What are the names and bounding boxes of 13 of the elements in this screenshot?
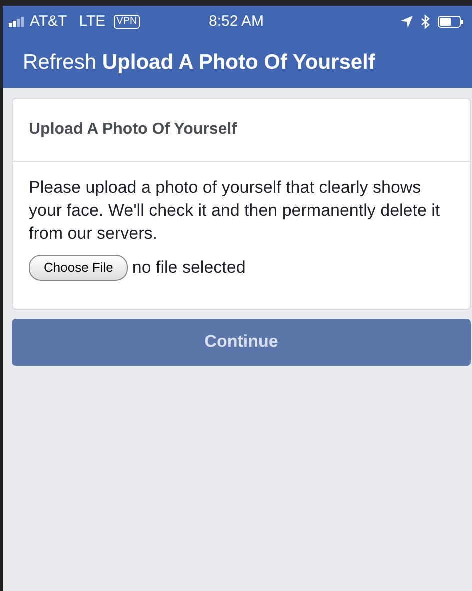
clock-text: 8:52 AM [208,12,266,32]
location-icon [401,16,414,28]
instruction-text: Please upload a photo of yourself that clearly shows your face. We'll check it and then permanently delete it from our servers. [29,177,442,245]
bluetooth-icon [421,15,430,29]
card-heading: Upload A Photo Of Yourself [13,99,470,162]
page-title: Refresh Upload A Photo Of Yourself [23,50,376,76]
signal-icon [9,17,26,27]
battery-icon [438,16,464,28]
file-status-text: no file selected [132,257,246,279]
choose-file-button[interactable]: Choose File [29,255,128,280]
vpn-badge: VPN [114,15,140,29]
network-text: LTE [79,12,106,32]
carrier-text: AT&T [30,12,68,32]
